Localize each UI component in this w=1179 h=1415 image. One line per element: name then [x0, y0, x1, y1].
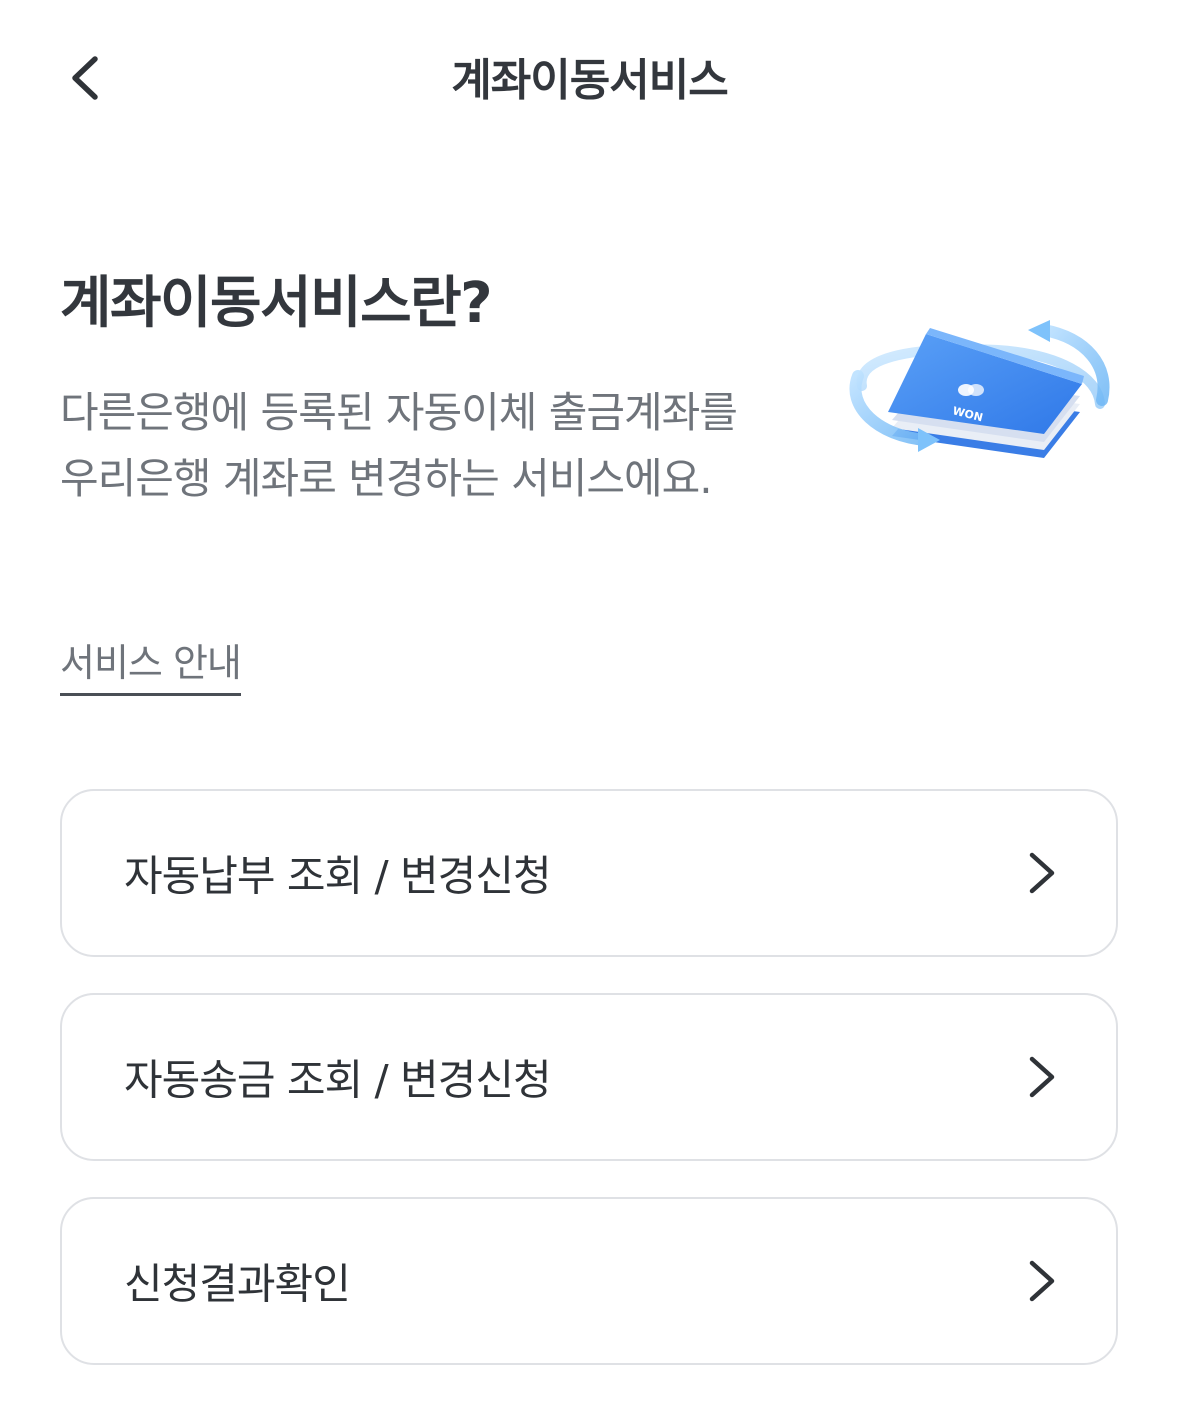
- chevron-right-icon: [1029, 852, 1055, 894]
- account-transfer-page: 계좌이동서비스 계좌이동서비스란? 다른은행에 등록된 자동이체 출금계좌를 우…: [0, 0, 1179, 1415]
- page-title: 계좌이동서비스: [451, 55, 728, 106]
- chevron-right-icon: [1029, 1260, 1055, 1302]
- auto-payment-inquiry-button[interactable]: 자동납부 조회 / 변경신청: [60, 789, 1118, 957]
- intro-heading: 계좌이동서비스란?: [60, 271, 493, 336]
- menu-item-label: 자동납부 조회 / 변경신청: [124, 851, 552, 901]
- application-result-button[interactable]: 신청결과확인: [60, 1197, 1118, 1365]
- account-transfer-illustration: WON: [849, 320, 1110, 458]
- menu-item-label: 자동송금 조회 / 변경신청: [124, 1055, 552, 1105]
- menu-item-label: 신청결과확인: [124, 1259, 351, 1309]
- intro-description: 다른은행에 등록된 자동이체 출금계좌를 우리은행 계좌로 변경하는 서비스에요…: [60, 388, 738, 503]
- service-guide-link[interactable]: 서비스 안내: [60, 632, 242, 696]
- auto-remittance-inquiry-button[interactable]: 자동송금 조회 / 변경신청: [60, 993, 1118, 1161]
- chevron-right-icon: [1029, 1056, 1055, 1098]
- top-app-bar: 계좌이동서비스: [0, 0, 1179, 150]
